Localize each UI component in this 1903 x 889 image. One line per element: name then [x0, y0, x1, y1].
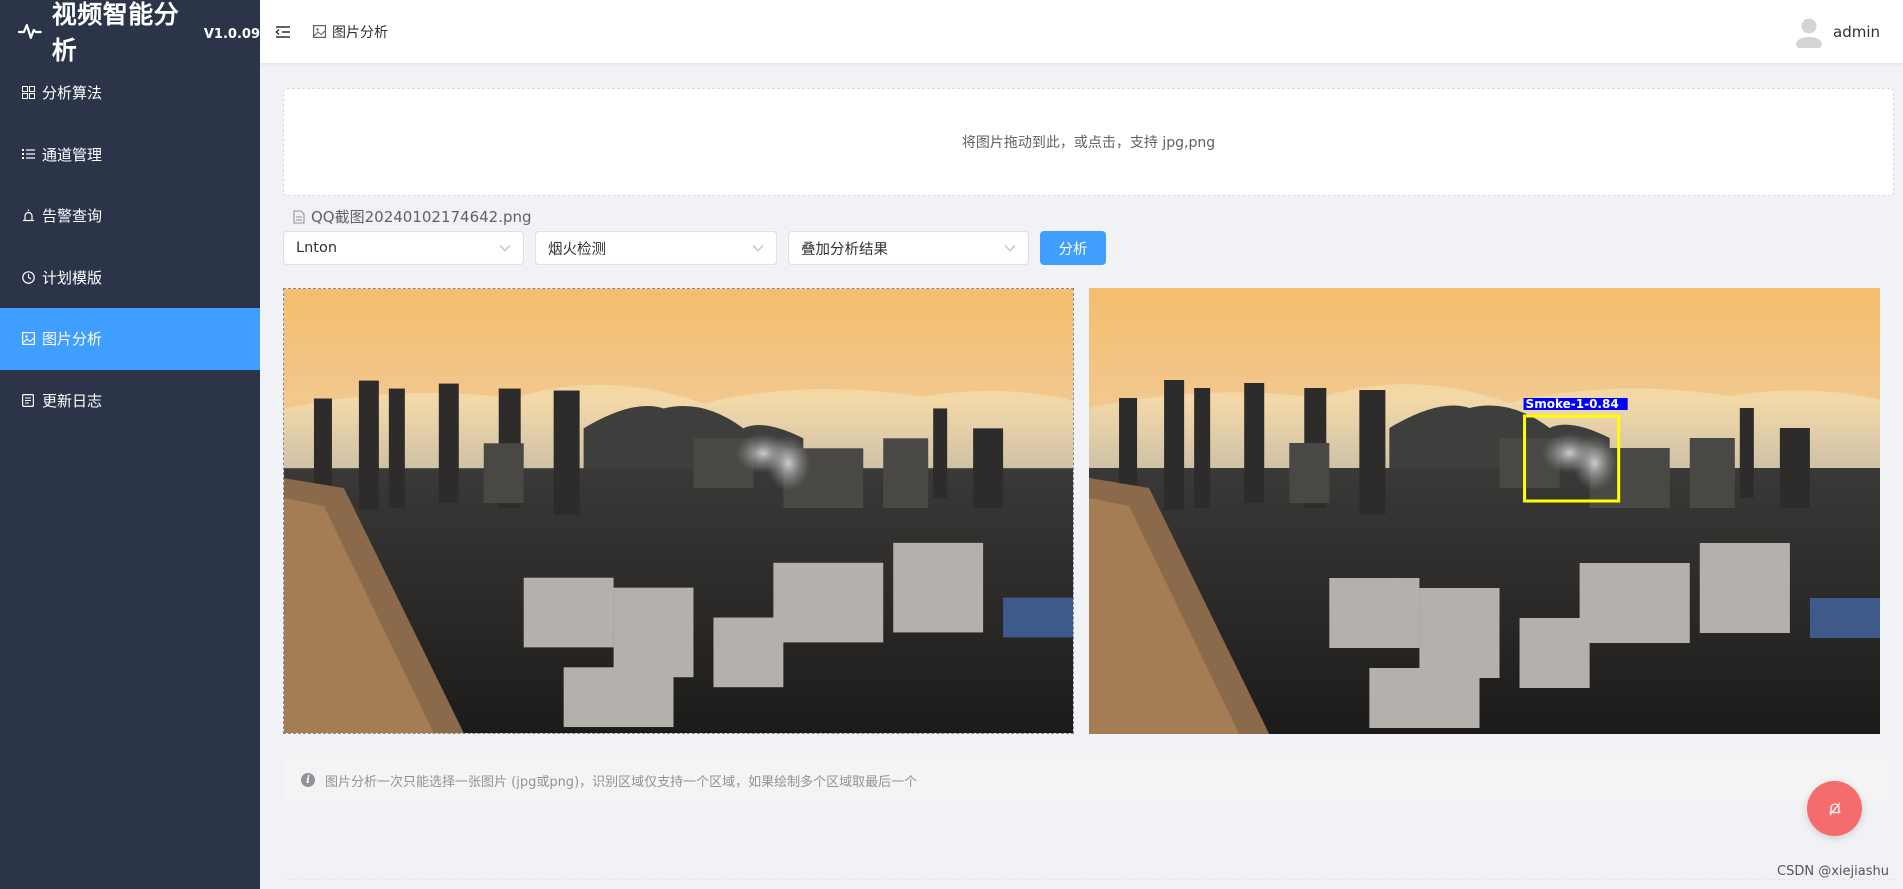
brand: 视频智能分析 V1.0.09: [0, 0, 260, 65]
file-icon: [293, 209, 305, 224]
avatar-icon: [1796, 18, 1822, 48]
pulse-icon: [18, 23, 42, 39]
username: admin: [1833, 23, 1880, 41]
app-title: 视频智能分析: [51, 0, 180, 65]
clock-icon: [21, 270, 35, 284]
sidebar-item-channels[interactable]: 通道管理: [0, 124, 260, 186]
chevron-down-icon: [499, 245, 511, 252]
picture-icon: [313, 25, 326, 38]
city-smoke-photo: [284, 289, 1073, 733]
grid-icon: [21, 86, 35, 100]
detection-label: Smoke-1-0.84: [1526, 397, 1619, 411]
sidebar-item-schedules[interactable]: 计划模版: [0, 247, 260, 309]
sidebar-item-changelog[interactable]: 更新日志: [0, 370, 260, 432]
topbar: 图片分析 admin: [260, 0, 1903, 63]
server-select[interactable]: Lnton: [283, 231, 524, 265]
menu-fold-icon[interactable]: [275, 25, 291, 39]
sidebar-item-label: 分析算法: [42, 84, 103, 103]
chevron-down-icon: [752, 245, 764, 252]
sidebar-item-label: 告警查询: [42, 207, 103, 226]
picture-icon: [21, 332, 35, 346]
info-tip: i 图片分析一次只能选择一张图片 (jpg或png)，识别区域仅支持一个区域，如…: [283, 760, 1895, 800]
divider: [283, 879, 1895, 880]
breadcrumb-label: 图片分析: [332, 24, 388, 41]
analyze-button[interactable]: 分析: [1040, 231, 1106, 265]
result-image: Smoke-1-0.84: [1089, 288, 1880, 734]
user-menu[interactable]: admin: [1795, 16, 1880, 48]
chevron-down-icon: [1004, 245, 1016, 252]
file-name: QQ截图20240102174642.png: [311, 208, 532, 226]
algorithm-select[interactable]: 烟火检测: [535, 231, 777, 265]
overlay-select-value: 叠加分析结果: [801, 241, 888, 258]
sidebar-item-label: 图片分析: [42, 330, 103, 349]
alarm-icon: [21, 209, 35, 223]
city-smoke-result-photo: Smoke-1-0.84: [1089, 288, 1880, 734]
main-content: 将图片拖动到此，或点击，支持 jpg,png QQ截图2024010217464…: [283, 88, 1895, 880]
selected-file[interactable]: QQ截图20240102174642.png: [293, 206, 532, 227]
breadcrumb: 图片分析: [313, 22, 388, 42]
sidebar-menu: 分析算法 通道管理 告警查询 计划模版 图片分析 更新日志: [0, 62, 260, 431]
app-version: V1.0.09: [203, 27, 260, 42]
sidebar-item-label: 计划模版: [42, 268, 103, 287]
watermark: CSDN @xiejiashu: [1777, 864, 1889, 879]
sidebar-item-algorithms[interactable]: 分析算法: [0, 62, 260, 124]
source-image[interactable]: [283, 288, 1074, 734]
sidebar-item-label: 更新日志: [42, 391, 103, 410]
sidebar-item-alarms[interactable]: 告警查询: [0, 185, 260, 247]
algorithm-select-value: 烟火检测: [548, 241, 606, 258]
sidebar: 视频智能分析 V1.0.09 分析算法 通道管理 告警查询 计划模版 图片分析 …: [0, 0, 260, 889]
list-icon: [21, 147, 35, 161]
analysis-controls: Lnton 烟火检测 叠加分析结果 分析: [283, 231, 1106, 265]
sidebar-item-image-analysis[interactable]: 图片分析: [0, 308, 260, 370]
sidebar-item-label: 通道管理: [42, 145, 103, 164]
server-select-value: Lnton: [296, 240, 338, 256]
notification-toggle-button[interactable]: [1807, 781, 1862, 836]
overlay-select[interactable]: 叠加分析结果: [788, 231, 1029, 265]
bell-off-icon: [1829, 802, 1840, 815]
info-icon: i: [301, 773, 315, 787]
upload-dropzone[interactable]: 将图片拖动到此，或点击，支持 jpg,png: [283, 88, 1894, 196]
document-icon: [21, 393, 35, 407]
tip-text: 图片分析一次只能选择一张图片 (jpg或png)，识别区域仅支持一个区域，如果绘…: [325, 774, 918, 790]
upload-hint: 将图片拖动到此，或点击，支持 jpg,png: [961, 135, 1216, 151]
